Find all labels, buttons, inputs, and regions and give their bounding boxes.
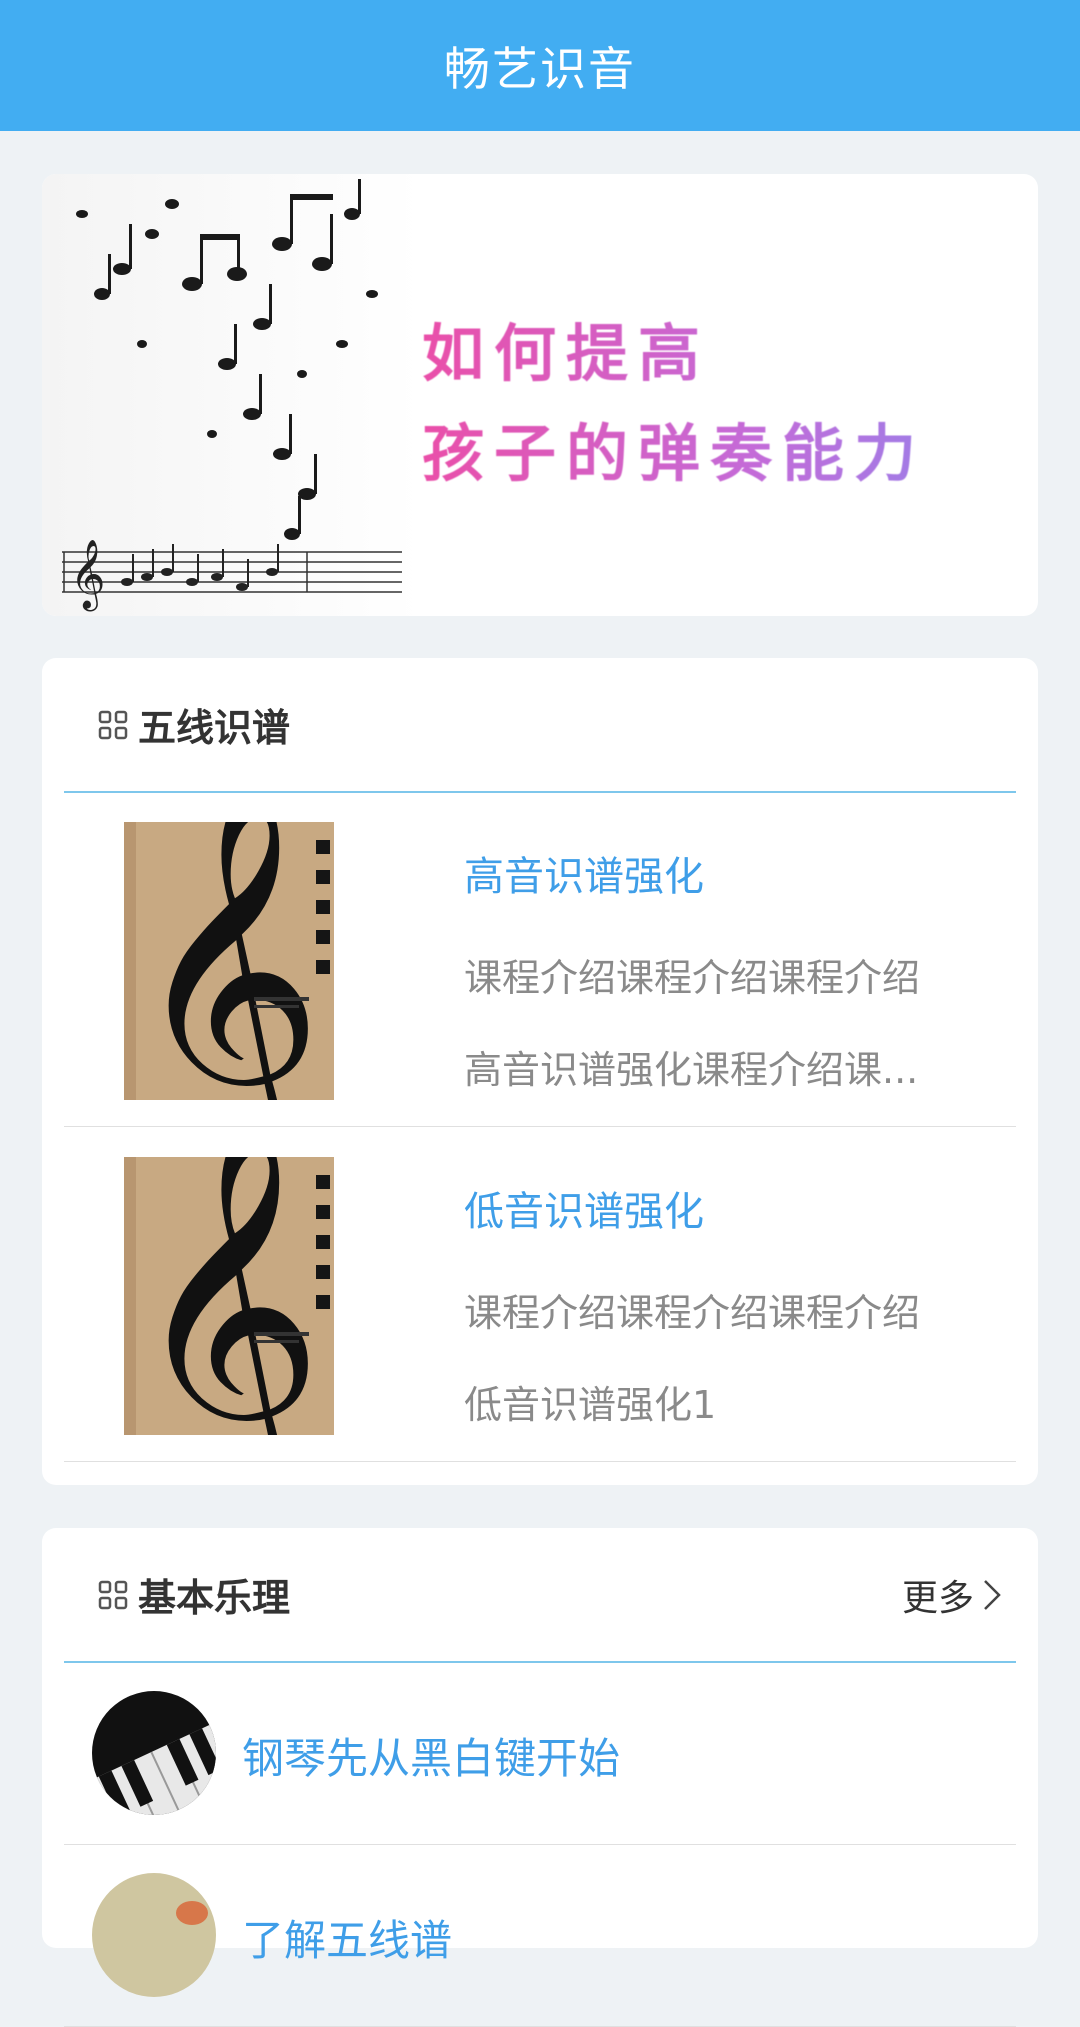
course-title: 低音识谱强化 [464,1189,704,1235]
list-item-title: 钢琴先从黑白键开始 [242,1734,621,1783]
section-header-staff: 五线识谱 [64,658,1016,793]
course-desc-line: 课程介绍课程介绍课程介绍 [464,1291,921,1335]
course-item[interactable]: 𝄞 高音识谱强化 课程介绍课程介绍课程介绍 高音识谱强化课程介绍课... [64,792,1016,1127]
top-app-bar: 畅艺识音 [0,0,1080,131]
grid-icon [98,1580,128,1609]
course-desc-line: 高音识谱强化课程介绍课... [464,1048,919,1092]
music-notes-illustration: 𝄞 [42,174,422,616]
banner-line-1: 如何提高 [422,317,711,390]
section-title: 基本乐理 [138,1576,291,1620]
list-item[interactable]: 钢琴先从黑白键开始 [64,1663,1016,1845]
course-item[interactable]: 𝄞 低音识谱强化 课程介绍课程介绍课程介绍 低音识谱强化1 [64,1127,1016,1462]
staff-reading-card: 五线识谱 𝄞 高音识谱强化 课程介绍课程介绍课程介绍 高音识谱强化课程介绍课..… [42,658,1038,1485]
banner-line-2: 孩子的弹奏能力 [422,417,927,490]
grid-icon [98,710,128,739]
course-title: 高音识谱强化 [464,854,704,900]
list-item-title: 了解五线谱 [242,1916,453,1965]
course-description: 课程介绍课程介绍课程介绍 低音识谱强化1 [464,1267,964,1451]
course-desc-line: 低音识谱强化1 [464,1383,717,1427]
section-title: 五线识谱 [138,706,291,750]
course-description: 课程介绍课程介绍课程介绍 高音识谱强化课程介绍课... [464,932,964,1116]
course-desc-line: 课程介绍课程介绍课程介绍 [464,956,921,1000]
book-cover-image: 𝄞 [124,822,334,1100]
section-header-theory: 基本乐理 更多 [64,1528,1016,1663]
svg-text:𝄞: 𝄞 [70,539,105,611]
svg-text:𝄞: 𝄞 [129,1157,324,1435]
more-label: 更多 [901,1577,974,1619]
svg-text:𝄞: 𝄞 [129,822,324,1100]
staff-thumbnail [92,1873,216,1997]
more-link[interactable]: 更多 [902,1569,1004,1621]
chevron-right-icon [984,1579,1001,1610]
list-item[interactable]: 了解五线谱 [64,1845,1016,2027]
piano-keys-thumbnail [92,1691,216,1815]
banner-headline: 如何提高 孩子的弹奏能力 [422,304,1022,504]
promo-banner[interactable]: 𝄞 如何提高 孩子的弹奏能力 [42,174,1038,616]
music-theory-card: 基本乐理 更多 钢琴先从黑白键开始 了解五线谱 [42,1528,1038,2027]
app-title: 畅艺识音 [444,41,636,96]
book-cover-image: 𝄞 [124,1157,334,1435]
